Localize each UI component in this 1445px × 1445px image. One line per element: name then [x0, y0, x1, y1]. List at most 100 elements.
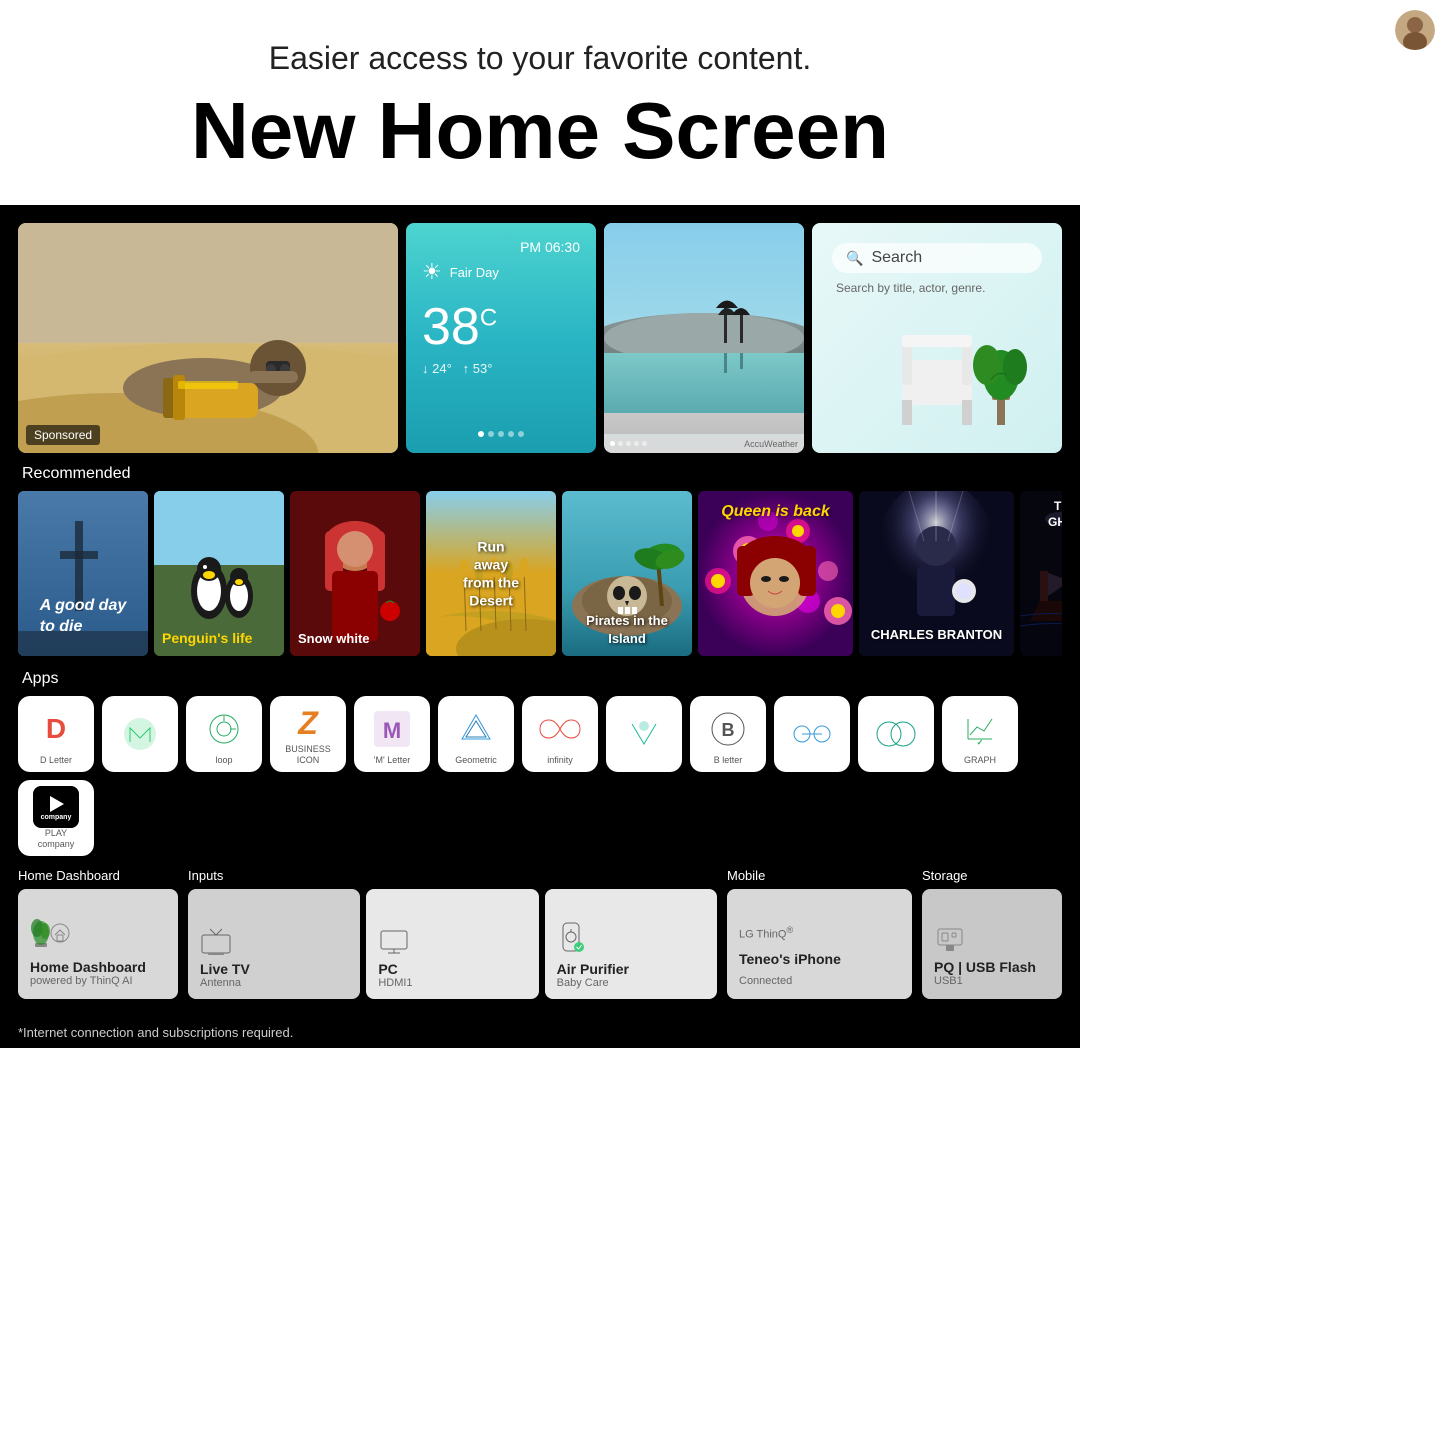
svg-text:M: M: [383, 718, 401, 743]
home-dashboard-section: Home Dashboard Home Dashboard powered by…: [18, 868, 178, 999]
card-6-text: Queen is back: [721, 503, 830, 520]
card-8-text: THE DARKGHOST SHIP: [1020, 499, 1062, 530]
app-infinity-label: infinity: [547, 755, 573, 766]
storage-name: PQ | USB Flash: [934, 959, 1050, 975]
usb-flash-icon: [934, 925, 966, 953]
app-rings[interactable]: [858, 696, 934, 772]
dot-1: [478, 431, 484, 437]
lg-thinq-brand: LG ThinQ®: [739, 925, 793, 941]
search-widget[interactable]: 🔍 Search Search by title, actor, genre.: [812, 223, 1062, 453]
app-b-letter[interactable]: B B letter: [690, 696, 766, 772]
card-3-text: Snow white: [298, 631, 370, 646]
widgets-row: Sponsored PM 06:30 ☀ Fair Day 38C ↓ 24° …: [18, 223, 1062, 453]
apps-row: D D Letter loop: [18, 696, 1062, 856]
search-hint-text: Search by title, actor, genre.: [832, 281, 1042, 295]
svg-text:B: B: [722, 720, 735, 740]
app-loop-label: loop: [215, 755, 232, 766]
app-graph-label: GRAPH: [964, 755, 996, 766]
dot-4: [508, 431, 514, 437]
app-graph[interactable]: ✓ GRAPH: [942, 696, 1018, 772]
home-dashboard-sub: powered by ThinQ AI: [30, 975, 166, 987]
slideshow-widget[interactable]: AccuWeather: [604, 223, 804, 453]
rec-card-5[interactable]: Pirates in theIsland: [562, 491, 692, 656]
featured-widget[interactable]: Sponsored: [18, 223, 398, 453]
app-infinity[interactable]: infinity: [522, 696, 598, 772]
apps-label: Apps: [22, 670, 1058, 688]
weather-temp-display: 38C: [422, 301, 580, 353]
search-label: Search: [871, 249, 922, 267]
search-bar[interactable]: 🔍 Search: [832, 243, 1042, 273]
input-pc[interactable]: PC HDMI1: [366, 889, 538, 999]
disclaimer-bar: *Internet connection and subscriptions r…: [0, 1017, 1080, 1048]
mobile-label: Mobile: [727, 868, 912, 883]
rec-card-3[interactable]: Snow white: [290, 491, 420, 656]
storage-sub: USB1: [934, 975, 1050, 987]
s-dot-4: [634, 441, 639, 446]
app-play-label: PLAYcompany: [38, 828, 75, 850]
rec-card-2[interactable]: Penguin's life: [154, 491, 284, 656]
app-geometric-label: Geometric: [455, 755, 497, 766]
graph-icon: ✓: [962, 711, 998, 747]
home-dashboard-icon: [30, 913, 70, 953]
app-d-label: D Letter: [40, 755, 72, 766]
rec-card-6[interactable]: Queen is back: [698, 491, 853, 656]
card-1-text: A good dayto die: [40, 596, 127, 638]
recommended-row: A good dayto die: [18, 491, 1062, 656]
input-air-purifier[interactable]: Air Purifier Baby Care: [545, 889, 717, 999]
storage-card[interactable]: PQ | USB Flash USB1: [922, 889, 1062, 999]
input-live-tv[interactable]: Live TV Antenna: [188, 889, 360, 999]
m-green-icon: [122, 716, 158, 752]
bottom-row: Home Dashboard Home Dashboard powered by…: [18, 868, 1062, 999]
sponsored-badge: Sponsored: [26, 425, 100, 445]
air-purifier-sub: Baby Care: [557, 977, 705, 989]
mobile-section: Mobile LG ThinQ® Teneo's iPhone Connecte…: [727, 868, 912, 999]
weather-widget[interactable]: PM 06:30 ☀ Fair Day 38C ↓ 24° ↑ 53°: [406, 223, 596, 453]
pc-name: PC: [378, 961, 526, 977]
m-letter-icon: M: [374, 711, 410, 747]
app-business-icon[interactable]: Z BUSINESS ICON: [270, 696, 346, 772]
pc-icon: [378, 927, 410, 955]
mobile-avatar-icon: [1395, 10, 1435, 50]
home-dashboard-label: Home Dashboard: [18, 868, 178, 883]
live-tv-name: Live TV: [200, 961, 348, 977]
search-furniture-area: [832, 295, 1042, 435]
rec-card-1[interactable]: A good dayto die: [18, 491, 148, 656]
app-m-green[interactable]: [102, 696, 178, 772]
weather-dots: [422, 431, 580, 437]
app-v[interactable]: [606, 696, 682, 772]
dot-2: [488, 431, 494, 437]
card-2-text: Penguin's life: [162, 630, 252, 646]
app-play[interactable]: company PLAYcompany: [18, 780, 94, 856]
play-icon: [46, 794, 66, 814]
app-loop[interactable]: loop: [186, 696, 262, 772]
tv-screen: Sponsored PM 06:30 ☀ Fair Day 38C ↓ 24° …: [0, 205, 1080, 1017]
weather-range: ↓ 24° ↑ 53°: [422, 361, 580, 376]
mobile-card[interactable]: LG ThinQ® Teneo's iPhone Connected: [727, 889, 912, 999]
v-app-icon: [626, 716, 662, 752]
inputs-label: Inputs: [188, 868, 717, 883]
rec-card-4[interactable]: Run awayfrom theDesert: [426, 491, 556, 656]
search-icon: 🔍: [846, 250, 863, 267]
rings-icon: [875, 719, 917, 749]
live-tv-icon: [200, 927, 232, 955]
rec-card-7[interactable]: CHARLES BRANTON: [859, 491, 1014, 656]
accu-weather-label: AccuWeather: [744, 439, 798, 449]
top-section: Easier access to your favorite content. …: [0, 0, 1080, 205]
rec-card-8[interactable]: THE DARKGHOST SHIP: [1020, 491, 1062, 656]
mobile-sub: Connected: [739, 975, 792, 987]
disclaimer-text: *Internet connection and subscriptions r…: [18, 1025, 293, 1040]
recommended-label: Recommended: [22, 465, 1058, 483]
app-geometric[interactable]: Geometric: [438, 696, 514, 772]
weather-condition: Fair Day: [450, 265, 499, 280]
home-dashboard-card[interactable]: Home Dashboard powered by ThinQ AI: [18, 889, 178, 999]
app-chain[interactable]: [774, 696, 850, 772]
app-m-letter[interactable]: M 'M' Letter: [354, 696, 430, 772]
air-purifier-icon: [557, 921, 585, 957]
sun-icon: ☀: [422, 259, 442, 285]
s-dot-2: [618, 441, 623, 446]
s-dot-1: [610, 441, 615, 446]
d-letter-icon: D: [46, 713, 66, 745]
storage-section: Storage PQ | USB Flash USB1: [922, 868, 1062, 999]
inputs-section: Inputs Live TV Antenna: [188, 868, 717, 999]
app-d-letter[interactable]: D D Letter: [18, 696, 94, 772]
